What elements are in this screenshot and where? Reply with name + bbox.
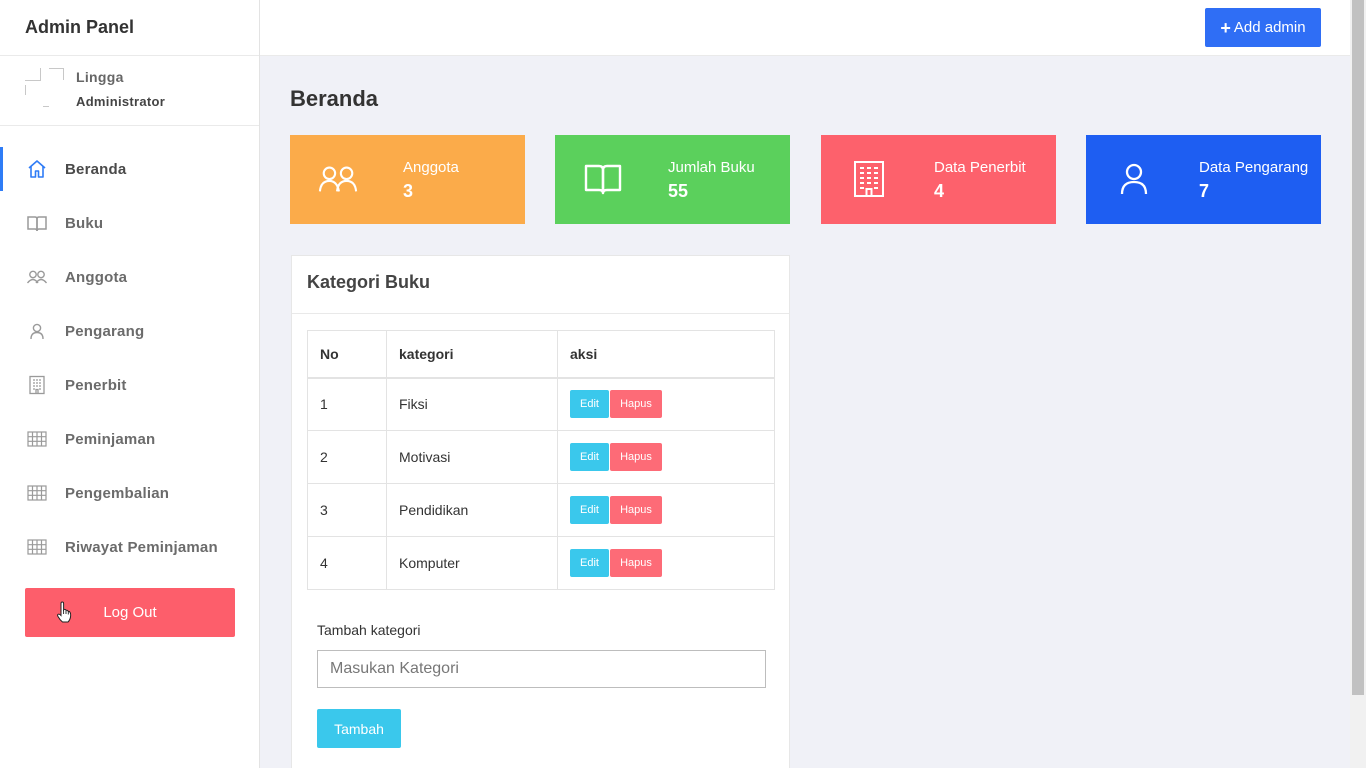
- edit-button[interactable]: Edit: [570, 443, 609, 471]
- scrollbar-thumb[interactable]: [1352, 0, 1364, 695]
- sidebar-item-label: Anggota: [65, 268, 128, 286]
- column-header-aksi: aksi: [557, 330, 775, 379]
- profile: Lingga Administrator: [0, 56, 259, 126]
- sidebar-item-riwayat-peminjaman[interactable]: Riwayat Peminjaman: [0, 520, 259, 574]
- building-icon: [26, 374, 48, 396]
- sidebar-item-pengarang[interactable]: Pengarang: [0, 304, 259, 358]
- cell-no: 3: [307, 483, 387, 537]
- cell-aksi: Edit Hapus: [557, 377, 775, 431]
- book-icon: [26, 212, 48, 234]
- profile-role: Administrator: [76, 94, 166, 109]
- column-header-no: No: [307, 330, 387, 379]
- plus-icon: +: [1220, 17, 1231, 38]
- delete-button[interactable]: Hapus: [610, 496, 662, 524]
- scrollbar[interactable]: [1350, 0, 1366, 768]
- users-icon: [318, 159, 358, 199]
- sidebar-item-penerbit[interactable]: Penerbit: [0, 358, 259, 412]
- hand-pointer-icon: [55, 601, 73, 627]
- category-input[interactable]: [317, 650, 766, 688]
- cell-no: 2: [307, 430, 387, 484]
- table-row: 2 Motivasi Edit Hapus: [307, 430, 775, 484]
- stat-value: 7: [1199, 181, 1210, 201]
- sidebar-item-beranda[interactable]: Beranda: [0, 142, 259, 196]
- cell-kategori: Pendidikan: [386, 483, 558, 537]
- card-title: Kategori Buku: [292, 256, 789, 314]
- add-category-button[interactable]: Tambah: [317, 709, 401, 748]
- table-icon: [26, 482, 48, 504]
- stat-card-jumlah-buku: Jumlah Buku 55: [555, 135, 790, 224]
- building-icon: [849, 159, 889, 199]
- edit-button[interactable]: Edit: [570, 496, 609, 524]
- table-row: 4 Komputer Edit Hapus: [307, 536, 775, 590]
- stat-label: Jumlah Buku: [668, 159, 755, 176]
- cell-no: 1: [307, 377, 387, 431]
- sidebar-item-peminjaman[interactable]: Peminjaman: [0, 412, 259, 466]
- sidebar-item-buku[interactable]: Buku: [0, 196, 259, 250]
- cell-aksi: Edit Hapus: [557, 430, 775, 484]
- category-card: Kategori Buku No kategori aksi 1 Fiksi E…: [291, 255, 790, 768]
- user-icon: [26, 320, 48, 342]
- delete-button[interactable]: Hapus: [610, 390, 662, 419]
- cell-kategori: Komputer: [386, 536, 558, 590]
- delete-button[interactable]: Hapus: [610, 549, 662, 577]
- sidebar-nav: Beranda Buku Anggota Pengarang Penerbit: [0, 142, 259, 574]
- home-icon: [26, 158, 48, 180]
- edit-button[interactable]: Edit: [570, 549, 609, 577]
- table-icon: [26, 428, 48, 450]
- cell-no: 4: [307, 536, 387, 590]
- user-icon: [1114, 159, 1154, 199]
- sidebar-item-pengembalian[interactable]: Pengembalian: [0, 466, 259, 520]
- sidebar-item-label: Peminjaman: [65, 430, 156, 448]
- sidebar: Admin Panel Lingga Administrator Beranda…: [0, 0, 260, 768]
- add-admin-button[interactable]: + Add admin: [1205, 8, 1321, 47]
- logout-label: Log Out: [103, 604, 157, 621]
- stat-card-data-pengarang: Data Pengarang 7: [1086, 135, 1321, 224]
- table-icon: [26, 536, 48, 558]
- sidebar-item-label: Beranda: [65, 160, 127, 178]
- brand-title: Admin Panel: [0, 0, 259, 56]
- table-row: 1 Fiksi Edit Hapus: [307, 377, 775, 431]
- profile-name: Lingga: [76, 69, 124, 85]
- sidebar-item-label: Buku: [65, 214, 104, 232]
- stat-label: Anggota: [403, 159, 459, 176]
- cell-kategori: Fiksi: [386, 377, 558, 431]
- stat-label: Data Pengarang: [1199, 159, 1309, 176]
- book-icon: [583, 159, 623, 199]
- page-title: Beranda: [290, 86, 379, 111]
- sidebar-item-label: Riwayat Peminjaman: [65, 538, 218, 556]
- stat-value: 4: [934, 181, 945, 201]
- sidebar-item-label: Pengembalian: [65, 484, 170, 502]
- cell-kategori: Motivasi: [386, 430, 558, 484]
- cell-aksi: Edit Hapus: [557, 483, 775, 537]
- sidebar-item-label: Penerbit: [65, 376, 127, 394]
- stat-card-data-penerbit: Data Penerbit 4: [821, 135, 1056, 224]
- table-row: 3 Pendidikan Edit Hapus: [307, 483, 775, 537]
- users-icon: [26, 266, 48, 288]
- sidebar-item-label: Pengarang: [65, 322, 145, 340]
- table-header-row: No kategori aksi: [307, 330, 775, 379]
- column-header-kategori: kategori: [386, 330, 558, 379]
- stat-value: 3: [403, 181, 414, 201]
- category-table: No kategori aksi 1 Fiksi Edit Hapus 2 Mot…: [307, 330, 775, 590]
- add-category-label: Tambah kategori: [317, 622, 421, 638]
- edit-button[interactable]: Edit: [570, 390, 609, 419]
- stat-card-anggota: Anggota 3: [290, 135, 525, 224]
- stat-label: Data Penerbit: [934, 159, 1026, 176]
- add-admin-label: Add admin: [1233, 19, 1306, 36]
- sidebar-item-anggota[interactable]: Anggota: [0, 250, 259, 304]
- stat-value: 55: [668, 181, 689, 201]
- topbar: + Add admin: [260, 0, 1350, 56]
- cell-aksi: Edit Hapus: [557, 536, 775, 590]
- delete-button[interactable]: Hapus: [610, 443, 662, 471]
- logout-button[interactable]: Log Out: [25, 588, 235, 637]
- avatar: [25, 68, 65, 108]
